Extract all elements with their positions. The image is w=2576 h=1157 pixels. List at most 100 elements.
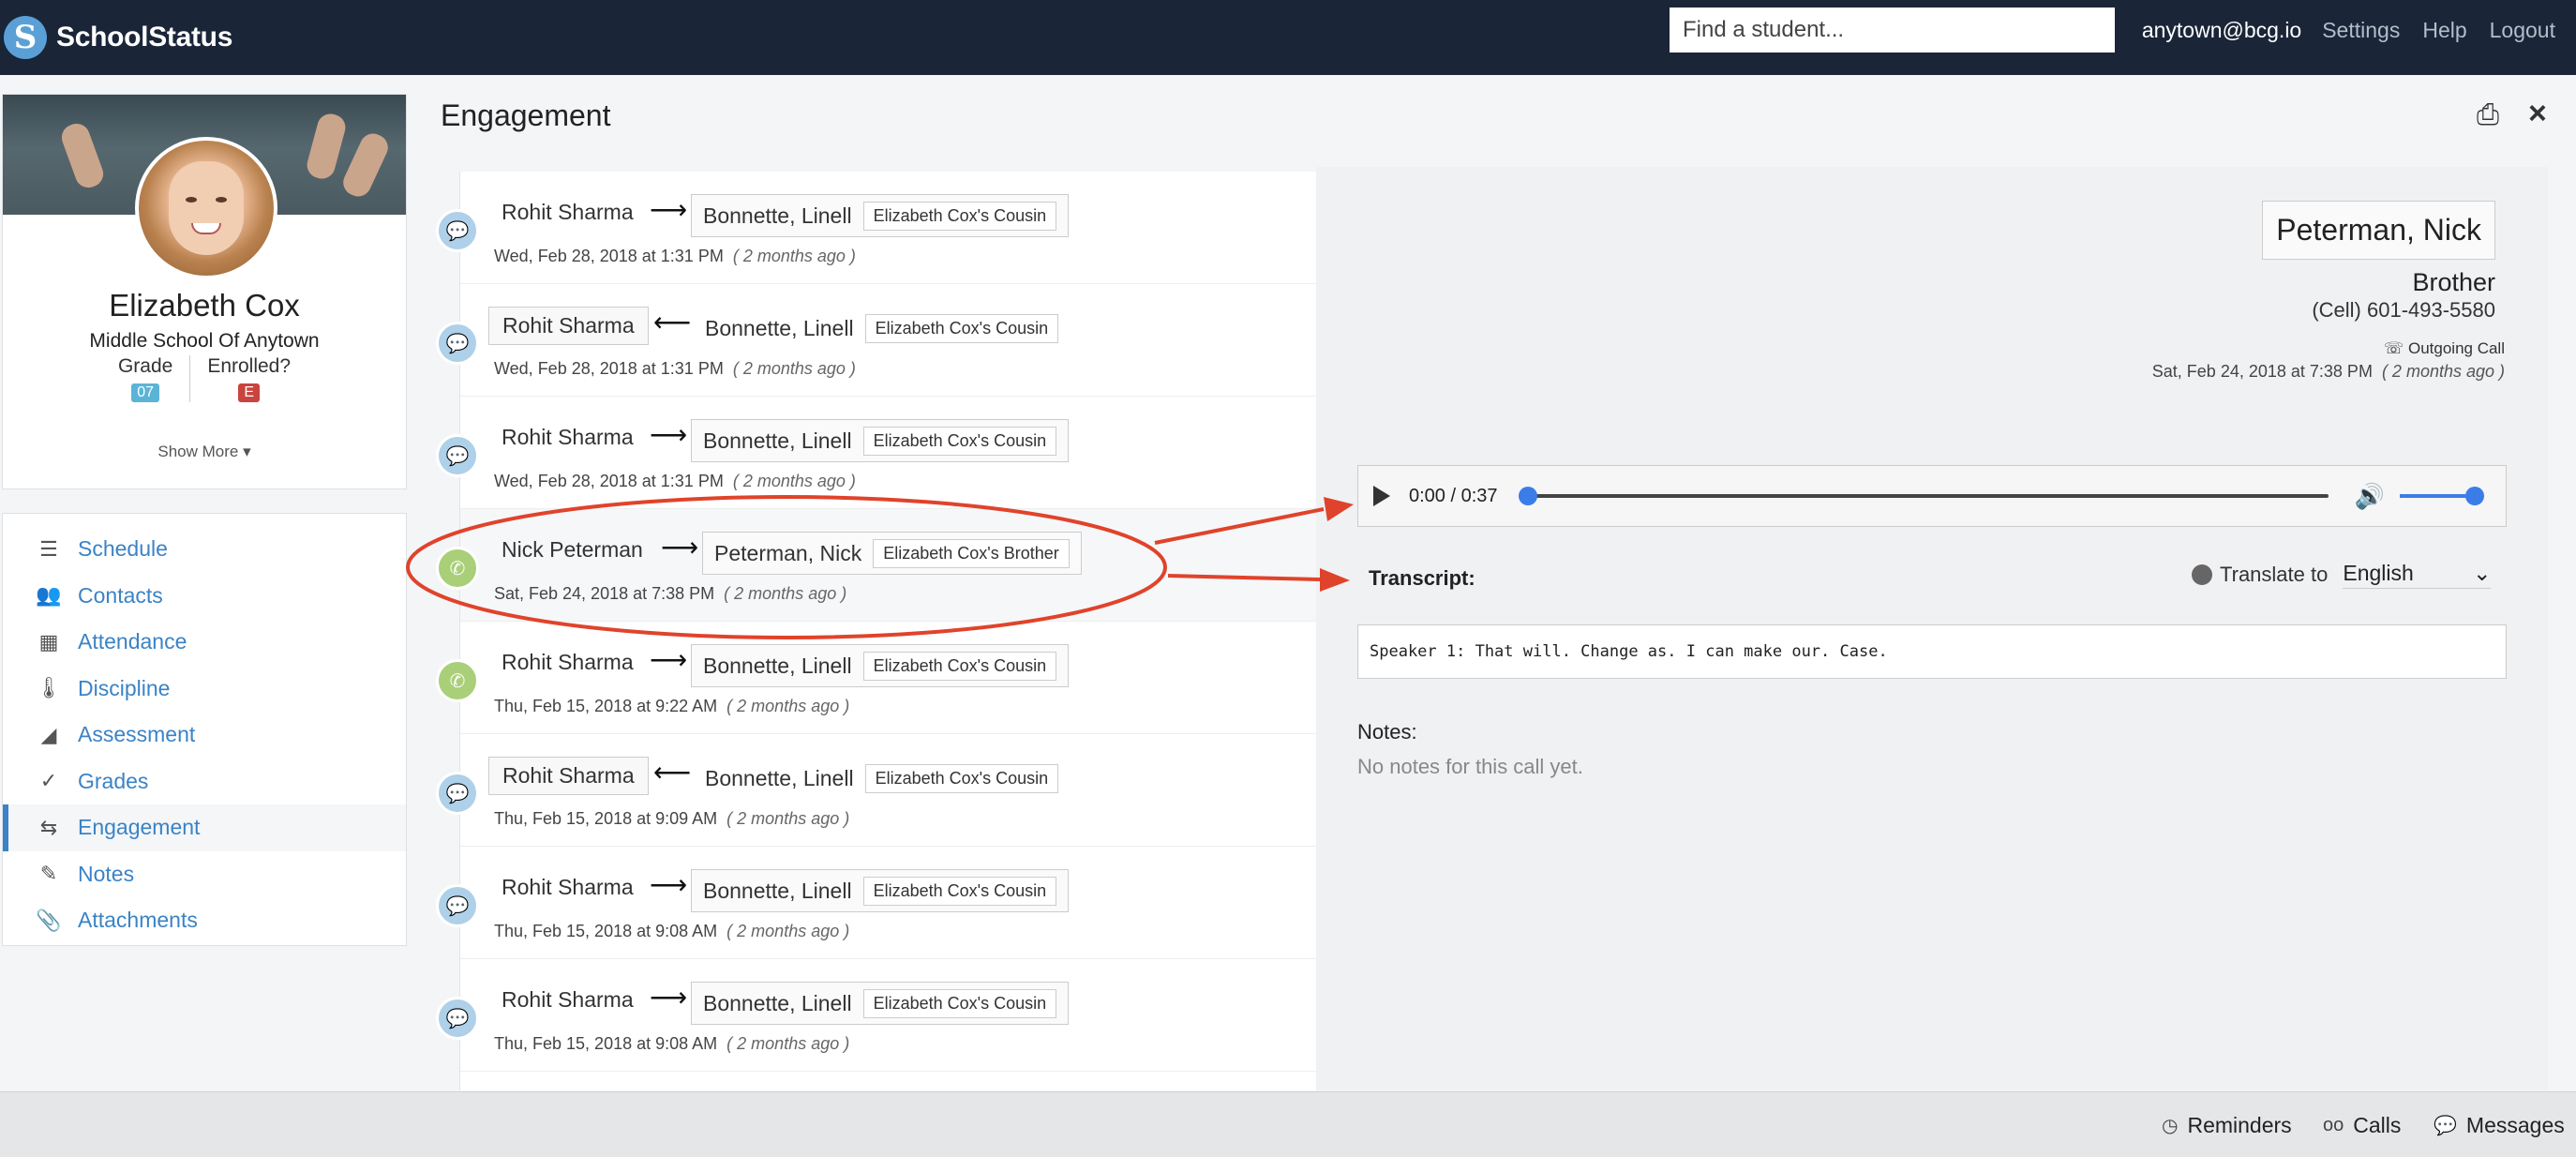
language-select[interactable]: English ⌄	[2343, 561, 2492, 589]
volume-slider[interactable]	[2399, 487, 2484, 505]
date-text: Sat, Feb 24, 2018 at 7:38 PM	[494, 584, 715, 603]
relation-tag: Elizabeth Cox's Cousin	[862, 426, 1057, 456]
nav-item-contacts[interactable]: 👥 Contacts	[3, 573, 406, 620]
recipient-box: Bonnette, Linell Elizabeth Cox's Cousin	[691, 869, 1070, 912]
nav-item-engagement[interactable]: ⇆ Engagement	[3, 804, 406, 851]
relative-time: ( 2 months ago )	[732, 359, 856, 378]
brand-name: SchoolStatus	[56, 22, 233, 53]
nav-label: Attachments	[78, 908, 198, 933]
recipient-name: Bonnette, Linell	[705, 765, 854, 790]
avatar-face	[169, 161, 244, 255]
timeline-date: Sat, Feb 24, 2018 at 7:38 PM ( 2 months a…	[494, 584, 846, 604]
nav-label: Engagement	[78, 815, 201, 840]
sender-name: Rohit Sharma	[502, 650, 634, 674]
student-avatar	[135, 137, 277, 279]
arrow-right-icon: ⟶	[650, 870, 688, 899]
recipient-box: Bonnette, Linell Elizabeth Cox's Cousin	[691, 982, 1070, 1025]
message-icon: 💬	[436, 322, 479, 365]
timeline-date: Thu, Feb 15, 2018 at 9:08 AM ( 2 months a…	[494, 922, 849, 941]
page-title: Engagement	[441, 98, 611, 132]
progress-knob[interactable]	[1518, 487, 1537, 505]
calls-button[interactable]: oo Calls	[2323, 1113, 2401, 1138]
message-icon: 💬	[436, 997, 479, 1040]
audio-progress-bar[interactable]	[1518, 487, 2329, 505]
student-search-input[interactable]	[1670, 8, 2115, 53]
recipient-name: Bonnette, Linell	[703, 203, 852, 228]
nav-item-assessment[interactable]: ◢ Assessment	[3, 712, 406, 759]
recipient-name: Bonnette, Linell	[705, 315, 854, 340]
nav-label: Grades	[78, 768, 149, 793]
timeline-row[interactable]: ✆ Rohit Sharma ⟶ Bonnette, Linell Elizabe…	[436, 622, 1317, 734]
relative-time: ( 2 months ago )	[726, 809, 850, 828]
sender-name: Rohit Sharma	[502, 425, 634, 449]
show-more-toggle[interactable]: Show More ▾	[3, 443, 406, 461]
nav-item-attendance[interactable]: ▦ Attendance	[3, 619, 406, 666]
volume-icon[interactable]: 🔊	[2355, 482, 2385, 511]
nav-item-discipline[interactable]: 🌡 Discipline	[3, 666, 406, 713]
clock-icon: ◷	[2162, 1116, 2179, 1136]
sender-name: Rohit Sharma	[488, 307, 649, 345]
close-icon[interactable]: ×	[2528, 96, 2547, 132]
timeline-row[interactable]: 💬 Rohit Sharma ⟶ Bonnette, Linell Elizabe…	[436, 172, 1317, 284]
volume-knob[interactable]	[2464, 487, 2484, 505]
timeline-row[interactable]: 💬 Rohit Sharma ⟶ Bonnette, Linell Elizabe…	[436, 397, 1317, 509]
timeline-row-selected[interactable]: ✆ Nick Peterman ⟶ Peterman, Nick Elizabet…	[436, 509, 1317, 622]
notes-label: Notes:	[1357, 720, 1417, 744]
brand-logo[interactable]: S SchoolStatus	[4, 16, 232, 59]
check-icon: ✓	[39, 769, 58, 793]
nav-label: Notes	[78, 861, 135, 886]
recipient-name: Bonnette, Linell	[703, 878, 852, 903]
grade-label: Grade	[117, 355, 173, 377]
print-icon[interactable]: ⎙	[2477, 99, 2499, 131]
bottom-bar: ◷ Reminders oo Calls 💬 Messages	[0, 1091, 2576, 1157]
call-date-text: Sat, Feb 24, 2018 at 7:38 PM	[2151, 362, 2373, 381]
relative-time: ( 2 months ago )	[732, 472, 856, 490]
nav-item-attachments[interactable]: 📎 Attachments	[3, 897, 406, 944]
logout-link[interactable]: Logout	[2490, 18, 2555, 43]
timeline-row[interactable]: 💬 Rohit Sharma ⟶ Bonnette, Linell Elizabe…	[436, 959, 1317, 1072]
timeline-row[interactable]: 💬 Rohit Sharma ⟵ Bonnette, Linell Elizabe…	[436, 734, 1317, 847]
user-email[interactable]: anytown@bcg.io	[2142, 18, 2301, 43]
contact-relation: Brother	[2412, 268, 2495, 296]
student-nav: ☰ Schedule 👥 Contacts ▦ Attendance 🌡 Discipl…	[2, 513, 407, 946]
student-meta: Grade 07 Enrolled? E	[3, 355, 406, 402]
timeline-row[interactable]: 💬 Rohit Sharma ⟶ Bonnette, Linell Elizabe…	[436, 847, 1317, 959]
timeline-date: Wed, Feb 28, 2018 at 1:31 PM ( 2 months a…	[494, 359, 856, 379]
top-navbar: S SchoolStatus anytown@bcg.io Settings H…	[0, 0, 2576, 75]
enrolled-block: Enrolled? E	[190, 355, 307, 402]
sender-name: Rohit Sharma	[488, 757, 649, 795]
reminders-button[interactable]: ◷ Reminders	[2162, 1113, 2292, 1138]
timeline-row[interactable]: 💬 Rohit Sharma ⟵ Bonnette, Linell Elizabe…	[436, 284, 1317, 397]
arrow-left-icon: ⟵	[653, 308, 692, 337]
relative-time: ( 2 months ago )	[726, 922, 850, 940]
settings-link[interactable]: Settings	[2322, 18, 2400, 43]
reminders-label: Reminders	[2187, 1113, 2292, 1137]
chat-icon: 💬	[2434, 1116, 2457, 1136]
messages-button[interactable]: 💬 Messages	[2434, 1113, 2565, 1138]
chevron-down-icon: ⌄	[2473, 561, 2492, 585]
school-name: Middle School Of Anytown	[89, 330, 320, 352]
arrow-left-icon: ⟵	[653, 758, 692, 787]
call-detail-panel: Peterman, Nick Brother (Cell) 601-493-55…	[1316, 167, 2548, 1090]
nav-item-notes[interactable]: ✎ Notes	[3, 851, 406, 898]
banner-decoration	[304, 111, 349, 182]
arrow-right-icon: ⟶	[650, 645, 688, 674]
relative-time: ( 2 months ago )	[726, 697, 850, 715]
translate-label: Translate to	[2220, 563, 2329, 586]
play-icon[interactable]	[1373, 486, 1390, 506]
recipient-name: Bonnette, Linell	[703, 428, 852, 453]
contact-phone[interactable]: (Cell) 601-493-5580	[2312, 298, 2495, 323]
list-icon: ☰	[39, 536, 58, 561]
call-type-label: Outgoing Call	[2407, 339, 2505, 357]
relative-time: ( 2 months ago )	[726, 1034, 850, 1053]
globe-icon	[2192, 564, 2212, 585]
help-link[interactable]: Help	[2422, 18, 2466, 43]
arrow-right-icon: ⟶	[661, 533, 699, 562]
transcript-text: Speaker 1: That will. Change as. I can m…	[1357, 624, 2507, 679]
recipient-box: Bonnette, Linell Elizabeth Cox's Cousin	[691, 644, 1070, 687]
notes-empty-message: No notes for this call yet.	[1357, 755, 1583, 778]
nav-item-grades[interactable]: ✓ Grades	[3, 759, 406, 805]
relation-tag: Elizabeth Cox's Cousin	[862, 876, 1057, 906]
nav-item-schedule[interactable]: ☰ Schedule	[3, 526, 406, 573]
language-value: English	[2343, 561, 2414, 585]
